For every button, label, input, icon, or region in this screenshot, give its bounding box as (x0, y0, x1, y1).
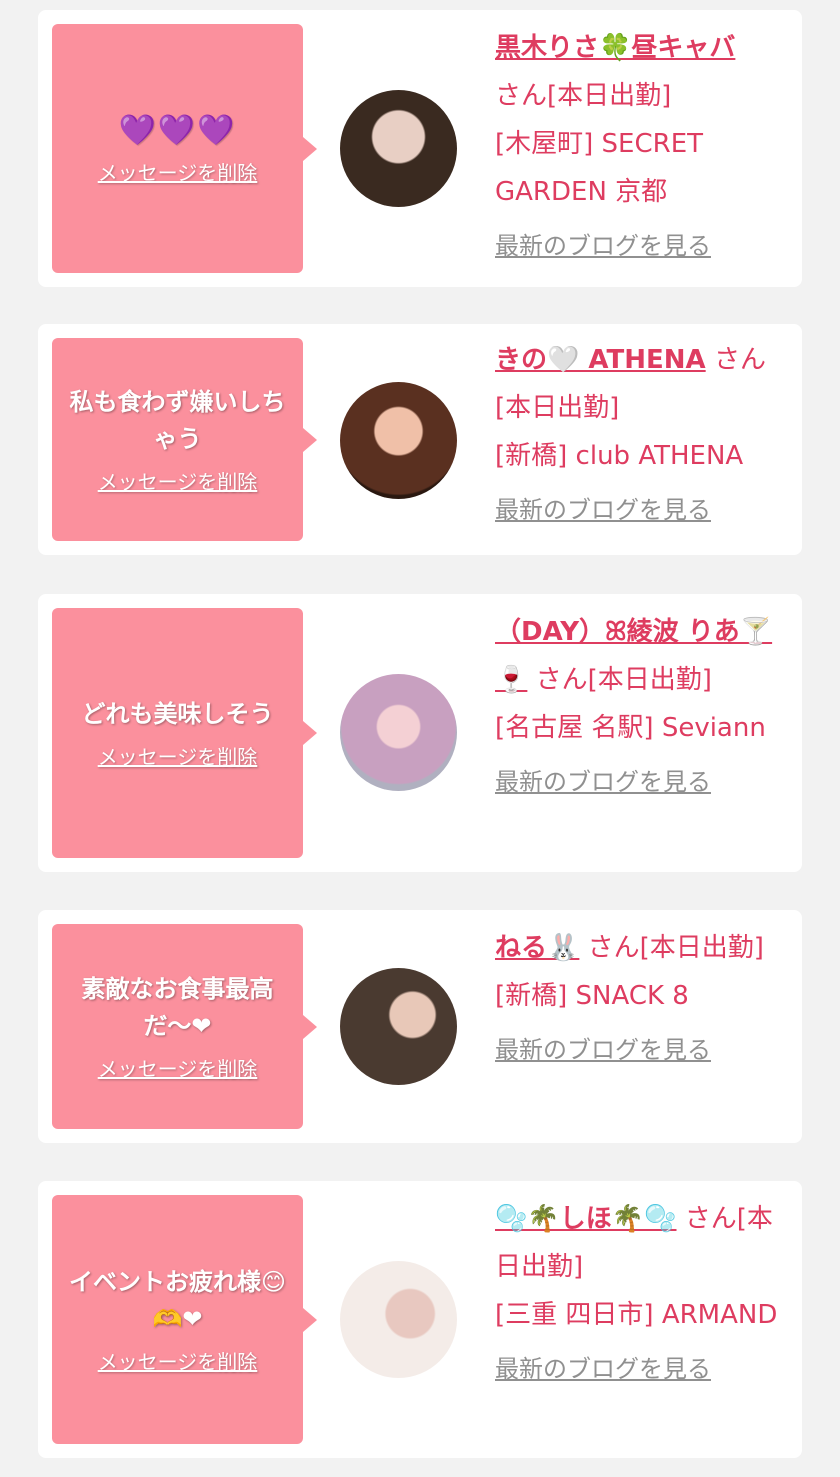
cast-name-line: （DAY）ꕤ綾波 りあ🍸🍷 さん[本日出勤] (495, 608, 787, 704)
cast-info: （DAY）ꕤ綾波 りあ🍸🍷 さん[本日出勤] [名古屋 名駅] Seviann … (495, 608, 787, 797)
latest-blog-link[interactable]: 最新のブログを見る (495, 490, 711, 525)
message-bubble: 私も食わず嫌いしちゃう メッセージを削除 (52, 338, 317, 541)
message-text: 💜💜💜 (118, 112, 237, 148)
delete-message-link[interactable]: メッセージを削除 (98, 741, 258, 770)
message-bubble: 素敵なお食事最高だ〜❤ メッセージを削除 (52, 924, 317, 1129)
avatar[interactable] (340, 90, 457, 207)
delete-message-link[interactable]: メッセージを削除 (98, 157, 258, 186)
cast-name-link[interactable]: 🫧🌴しほ🌴🫧 (495, 1204, 677, 1234)
message-text: 私も食わず嫌いしちゃう (69, 388, 286, 453)
cast-status: さん[本日出勤] (495, 81, 672, 111)
message-card: 💜💜💜 メッセージを削除 黒木りさ🍀昼キャバ さん[本日出勤] [木屋町] SE… (38, 10, 802, 287)
cast-name-link[interactable]: ねる🐰 (495, 933, 579, 963)
message-bubble: 💜💜💜 メッセージを削除 (52, 24, 317, 273)
cast-status: さん[本日出勤] (587, 933, 764, 963)
message-card: イベントお疲れ様😊🫶❤ メッセージを削除 🫧🌴しほ🌴🫧 さん[本日出勤] [三重… (38, 1181, 802, 1458)
latest-blog-link[interactable]: 最新のブログを見る (495, 1030, 711, 1065)
avatar[interactable] (340, 674, 457, 791)
message-text: 素敵なお食事最高だ〜❤ (81, 975, 274, 1040)
delete-message-link[interactable]: メッセージを削除 (98, 1346, 258, 1375)
message-bubble: イベントお疲れ様😊🫶❤ メッセージを削除 (52, 1195, 317, 1444)
avatar[interactable] (340, 1261, 457, 1378)
cast-info: きの🤍 ATHENA さん[本日出勤] [新橋] club ATHENA 最新の… (495, 336, 787, 525)
latest-blog-link[interactable]: 最新のブログを見る (495, 1349, 711, 1384)
store-name: [名古屋 名駅] Seviann (495, 713, 766, 743)
avatar[interactable] (340, 968, 457, 1085)
cast-name-line: きの🤍 ATHENA さん[本日出勤] (495, 336, 787, 432)
cast-name-line: ねる🐰 さん[本日出勤] (495, 924, 787, 972)
cast-name-line: 黒木りさ🍀昼キャバ (495, 24, 787, 72)
message-card: 私も食わず嫌いしちゃう メッセージを削除 きの🤍 ATHENA さん[本日出勤]… (38, 324, 802, 555)
cast-info: 黒木りさ🍀昼キャバ さん[本日出勤] [木屋町] SECRET GARDEN 京… (495, 24, 787, 261)
store-name: [三重 四日市] ARMAND (495, 1300, 778, 1330)
message-card: どれも美味しそう メッセージを削除 （DAY）ꕤ綾波 りあ🍸🍷 さん[本日出勤]… (38, 594, 802, 872)
latest-blog-link[interactable]: 最新のブログを見る (495, 226, 711, 261)
message-text: どれも美味しそう (81, 700, 274, 728)
cast-info: ねる🐰 さん[本日出勤] [新橋] SNACK 8 最新のブログを見る (495, 924, 787, 1065)
store-name: [新橋] SNACK 8 (495, 981, 689, 1011)
store-name: [木屋町] SECRET GARDEN 京都 (495, 129, 704, 207)
delete-message-link[interactable]: メッセージを削除 (98, 466, 258, 495)
avatar[interactable] (340, 382, 457, 499)
cast-name-link[interactable]: 黒木りさ🍀昼キャバ (495, 33, 735, 63)
cast-name-link[interactable]: きの🤍 ATHENA (495, 345, 706, 375)
latest-blog-link[interactable]: 最新のブログを見る (495, 762, 711, 797)
message-card: 素敵なお食事最高だ〜❤ メッセージを削除 ねる🐰 さん[本日出勤] [新橋] S… (38, 910, 802, 1143)
store-name: [新橋] club ATHENA (495, 441, 744, 471)
message-bubble: どれも美味しそう メッセージを削除 (52, 608, 317, 858)
cast-name-line: 🫧🌴しほ🌴🫧 さん[本日出勤] (495, 1195, 787, 1291)
cast-info: 🫧🌴しほ🌴🫧 さん[本日出勤] [三重 四日市] ARMAND 最新のブログを見… (495, 1195, 787, 1384)
delete-message-link[interactable]: メッセージを削除 (98, 1053, 258, 1082)
message-text: イベントお疲れ様😊🫶❤ (68, 1268, 287, 1333)
cast-status: さん[本日出勤] (535, 665, 712, 695)
